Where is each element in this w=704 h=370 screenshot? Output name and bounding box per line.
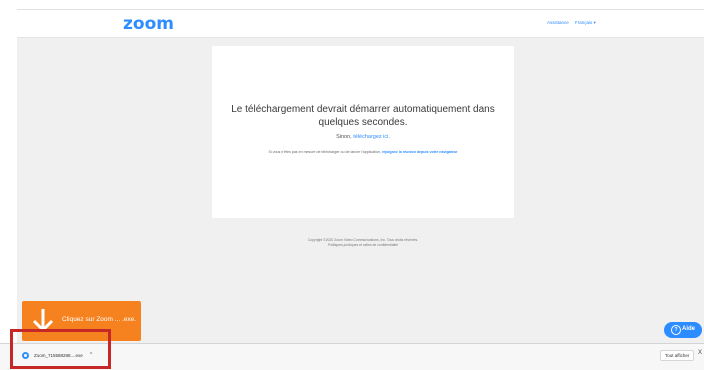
top-navigation: zoom Assistance Français ▾ [17, 10, 704, 38]
aide-label: Aide [682, 326, 696, 332]
close-icon[interactable]: X [698, 350, 702, 356]
zoom-logo[interactable]: zoom [123, 14, 174, 34]
page-footer: Copyright ©2020 Zoom Video Communication… [212, 238, 514, 247]
assistance-link[interactable]: Assistance [547, 20, 569, 25]
policies-link[interactable]: Politiques juridiques et celles de confi… [212, 243, 514, 248]
highlight-box [10, 329, 111, 369]
join-from-browser-link[interactable]: rejoignez la réunion depuis votre naviga… [382, 150, 458, 154]
toast-text: Cliquez sur Zoom ... .exe. [62, 316, 137, 323]
browser-page: zoom Assistance Français ▾ Le télécharge… [17, 9, 704, 344]
fallback-line: Sinon, téléchargez ici. [212, 134, 514, 140]
window-margin [0, 0, 17, 369]
browser-join-text: Si vous n'êtes pas en mesure de téléchar… [268, 150, 382, 154]
language-select[interactable]: Français ▾ [575, 20, 596, 25]
aide-button[interactable]: ? Aide [664, 322, 702, 338]
show-all-button[interactable]: Tout afficher [660, 350, 695, 361]
download-card: Le téléchargement devrait démarrer autom… [212, 46, 514, 218]
download-headline: Le téléchargement devrait démarrer autom… [231, 104, 495, 128]
browser-join-line: Si vous n'êtes pas en mesure de téléchar… [212, 150, 514, 154]
fallback-prefix: Sinon, [336, 134, 354, 140]
help-icon: ? [671, 325, 681, 335]
nav-links: Assistance Français ▾ [547, 20, 601, 26]
download-here-link[interactable]: téléchargez ici. [353, 134, 390, 140]
